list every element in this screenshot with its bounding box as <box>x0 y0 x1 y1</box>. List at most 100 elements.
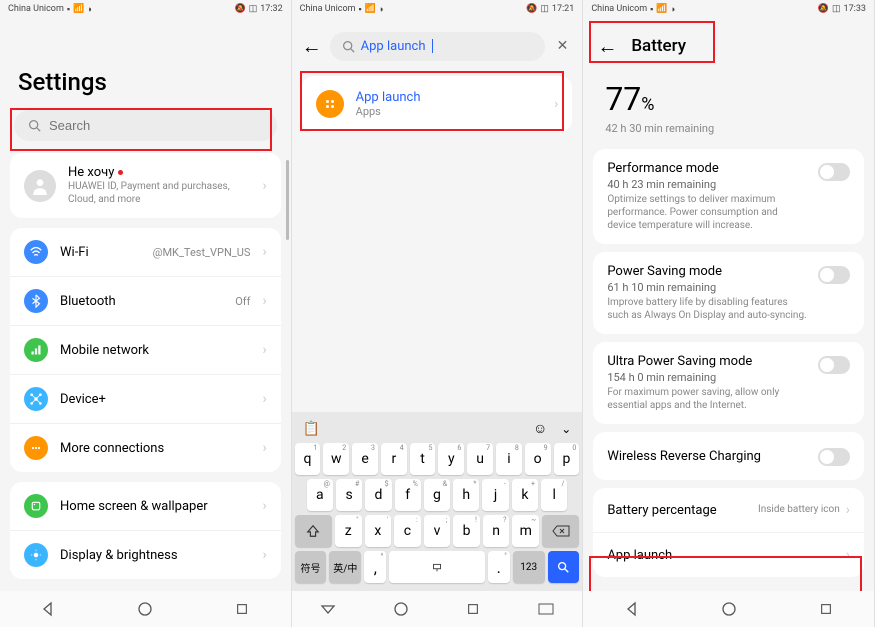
comma-key[interactable]: ,^ <box>364 551 386 583</box>
search-key[interactable] <box>548 551 580 583</box>
key-a[interactable]: a@ <box>307 479 333 511</box>
key-q[interactable]: q1 <box>295 443 321 475</box>
nav-home[interactable] <box>392 600 410 618</box>
power-saving-row[interactable]: Power Saving mode 61 h 10 min remaining … <box>593 252 864 334</box>
key-i[interactable]: i8 <box>496 443 522 475</box>
key-u[interactable]: u7 <box>467 443 493 475</box>
search-field[interactable]: App launch <box>330 32 545 61</box>
key-n[interactable]: n? <box>483 515 510 547</box>
search-icon <box>342 40 355 53</box>
key-e[interactable]: e3 <box>352 443 378 475</box>
power-saving-toggle[interactable] <box>818 266 850 284</box>
key-k[interactable]: k+ <box>512 479 538 511</box>
back-button[interactable]: ← <box>302 34 322 59</box>
device-plus-row[interactable]: Device+ › <box>10 375 281 424</box>
key-g[interactable]: g& <box>424 479 450 511</box>
home-screen-row[interactable]: Home screen & wallpaper › <box>10 482 281 531</box>
search-box[interactable] <box>14 110 277 141</box>
key-l[interactable]: l/ <box>541 479 567 511</box>
key-c[interactable]: c: <box>394 515 421 547</box>
chevron-right-icon: › <box>554 96 558 112</box>
nav-back[interactable] <box>623 600 641 618</box>
chevron-down-icon[interactable]: ⌄ <box>561 422 571 436</box>
key-f[interactable]: f% <box>395 479 421 511</box>
search-input[interactable] <box>49 118 263 133</box>
ultra-power-saving-row[interactable]: Ultra Power Saving mode 154 h 0 min rema… <box>593 342 864 424</box>
clear-button[interactable]: ✕ <box>553 38 573 54</box>
battery-percentage-row[interactable]: Battery percentage Inside battery icon › <box>593 488 864 533</box>
keyboard-row-2: a@s#d$f%g&h*j-k+l/ <box>295 479 580 511</box>
key-r[interactable]: r4 <box>381 443 407 475</box>
clipboard-icon[interactable]: 📋 <box>303 421 320 437</box>
display-row[interactable]: Display & brightness › <box>10 531 281 579</box>
nav-recent[interactable] <box>233 600 251 618</box>
bluetooth-row[interactable]: Bluetooth Off › <box>10 277 281 326</box>
spacebar-key[interactable] <box>389 551 484 583</box>
numbers-key[interactable]: 123 <box>513 551 545 583</box>
nav-down[interactable] <box>319 600 337 618</box>
key-t[interactable]: t5 <box>410 443 436 475</box>
mode-remain: 40 h 23 min remaining <box>607 178 808 191</box>
nav-home[interactable] <box>136 600 154 618</box>
key-y[interactable]: y6 <box>438 443 464 475</box>
shift-key[interactable] <box>295 515 332 547</box>
key-b[interactable]: b! <box>453 515 480 547</box>
key-z[interactable]: z" <box>335 515 362 547</box>
keyboard-row-1: q1w2e3r4t5y6u7i8o9p0 <box>295 443 580 475</box>
device-plus-icon <box>24 387 48 411</box>
key-v[interactable]: v; <box>424 515 451 547</box>
mobile-label: Mobile network <box>60 343 250 358</box>
nav-keyboard[interactable] <box>537 600 555 618</box>
mobile-row[interactable]: Mobile network › <box>10 326 281 375</box>
nav-back[interactable] <box>39 600 57 618</box>
scroll-indicator[interactable] <box>286 160 289 240</box>
key-o[interactable]: o9 <box>525 443 551 475</box>
key-h[interactable]: h* <box>453 479 479 511</box>
key-w[interactable]: w2 <box>323 443 349 475</box>
wifi-icon: ◗ <box>87 4 92 15</box>
nav-bar <box>583 591 874 627</box>
more-connections-row[interactable]: More connections › <box>10 424 281 472</box>
display-label: Display & brightness <box>60 548 250 563</box>
backspace-key[interactable] <box>542 515 579 547</box>
mode-title: Ultra Power Saving mode <box>607 354 808 369</box>
wireless-reverse-row[interactable]: Wireless Reverse Charging <box>593 432 864 480</box>
search-input-value: App launch <box>361 39 426 54</box>
result-title: App launch <box>356 90 542 105</box>
key-d[interactable]: d$ <box>365 479 391 511</box>
period-key[interactable]: .° <box>488 551 510 583</box>
wifi-value: @MK_Test_VPN_US <box>153 246 251 259</box>
performance-mode-row[interactable]: Performance mode 40 h 23 min remaining O… <box>593 149 864 244</box>
mode-remain: 61 h 10 min remaining <box>607 281 808 294</box>
chevron-right-icon: › <box>262 391 266 407</box>
key-m[interactable]: m~ <box>512 515 539 547</box>
language-key[interactable]: 英/中 <box>329 551 361 583</box>
signal-icon: 📶 <box>365 4 376 14</box>
emoji-icon[interactable]: ☺ <box>533 420 547 437</box>
page-title: Settings <box>0 18 291 106</box>
nav-home[interactable] <box>720 600 738 618</box>
avatar <box>24 170 56 202</box>
key-p[interactable]: p0 <box>554 443 580 475</box>
keyboard: 📋 ☺ ⌄ q1w2e3r4t5y6u7i8o9p0 a@s#d$f%g&h*j… <box>292 412 583 591</box>
ultra-power-toggle[interactable] <box>818 356 850 374</box>
back-button[interactable]: ← <box>597 34 617 59</box>
wifi-row[interactable]: Wi-Fi @MK_Test_VPN_US › <box>10 228 281 277</box>
key-x[interactable]: x' <box>365 515 392 547</box>
symbols-key[interactable]: 符号 <box>295 551 327 583</box>
wifi-label: Wi-Fi <box>60 245 141 260</box>
key-s[interactable]: s# <box>336 479 362 511</box>
nav-recent[interactable] <box>464 600 482 618</box>
batt-pct-value: Inside battery icon <box>758 504 840 516</box>
battery-header: ← Battery <box>583 24 874 68</box>
search-result[interactable]: App launch Apps › <box>302 76 573 132</box>
performance-toggle[interactable] <box>818 163 850 181</box>
key-j[interactable]: j- <box>482 479 508 511</box>
wifi-icon: ◗ <box>671 4 676 15</box>
wireless-reverse-toggle[interactable] <box>818 448 850 466</box>
mute-icon: 🔕 <box>818 4 829 14</box>
app-launch-row[interactable]: App launch › <box>593 533 864 577</box>
account-card[interactable]: He xoчy HUAWEI ID, Payment and purchases… <box>10 153 281 218</box>
status-time: 17:33 <box>844 4 866 14</box>
nav-recent[interactable] <box>817 600 835 618</box>
